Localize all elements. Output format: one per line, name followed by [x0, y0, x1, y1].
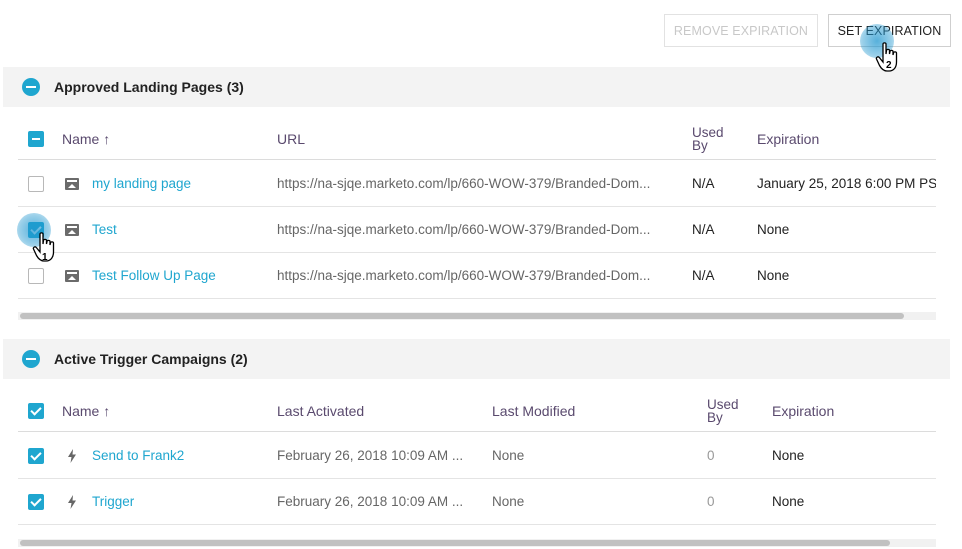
row-checkbox[interactable] [28, 175, 44, 192]
collapse-icon[interactable] [22, 78, 40, 96]
row-checkbox[interactable] [28, 267, 44, 284]
column-header-name[interactable]: Name ↑ [62, 118, 110, 159]
table-row[interactable]: Trigger February 26, 2018 10:09 AM ... N… [18, 479, 936, 525]
row-url: https://na-sjqe.marketo.com/lp/660-WOW-3… [277, 268, 651, 283]
row-name-link[interactable]: my landing page [92, 161, 191, 206]
row-expiration: None [772, 494, 805, 509]
header-line: By [707, 409, 723, 425]
section-title: Active Trigger Campaigns (2) [54, 351, 248, 367]
checkbox-partial-icon[interactable] [28, 130, 44, 147]
column-header-used-by[interactable]: Used By [692, 118, 724, 159]
landing-page-icon [65, 177, 79, 190]
row-used-by: N/A [692, 268, 715, 283]
row-name-link[interactable]: Send to Frank2 [92, 433, 184, 478]
landing-page-icon [65, 223, 79, 236]
step-number-1: 1 [42, 252, 48, 263]
row-used-by: N/A [692, 222, 715, 237]
header-line: By [692, 137, 708, 153]
lightning-bolt-icon [68, 494, 76, 509]
remove-expiration-button[interactable]: REMOVE EXPIRATION [664, 14, 818, 47]
row-expiration: January 25, 2018 6:00 PM PS [757, 176, 936, 191]
section-title: Approved Landing Pages (3) [54, 79, 244, 95]
header-line: Used [692, 124, 724, 140]
landing-page-icon [65, 269, 79, 282]
row-used-by: 0 [707, 448, 715, 463]
table-row[interactable]: Test Follow Up Page https://na-sjqe.mark… [18, 253, 936, 299]
header-line: Used [707, 396, 739, 412]
row-last-modified: None [492, 448, 525, 463]
row-used-by: 0 [707, 494, 715, 509]
row-used-by: N/A [692, 176, 715, 191]
row-name-link[interactable]: Trigger [92, 479, 134, 524]
column-header-used-by[interactable]: Used By [707, 390, 739, 431]
row-url: https://na-sjqe.marketo.com/lp/660-WOW-3… [277, 176, 651, 191]
row-name-link[interactable]: Test Follow Up Page [92, 253, 216, 298]
horizontal-scrollbar[interactable] [18, 312, 936, 320]
row-url: https://na-sjqe.marketo.com/lp/660-WOW-3… [277, 222, 651, 237]
table-row[interactable]: Send to Frank2 February 26, 2018 10:09 A… [18, 433, 936, 479]
collapse-icon[interactable] [22, 350, 40, 368]
select-all-checkbox[interactable] [28, 390, 44, 431]
grid-header-row: Name ↑ Last Activated Last Modified Used… [18, 390, 936, 432]
row-expiration: None [772, 448, 805, 463]
table-row[interactable]: my landing page https://na-sjqe.marketo.… [18, 161, 936, 207]
checkbox-checked-icon[interactable] [28, 402, 44, 419]
row-last-modified: None [492, 494, 525, 509]
row-name-link[interactable]: Test [92, 207, 117, 252]
row-checkbox[interactable] [28, 493, 44, 510]
column-header-expiration[interactable]: Expiration [772, 390, 834, 431]
column-header-last-activated[interactable]: Last Activated [277, 390, 364, 431]
row-last-activated: February 26, 2018 10:09 AM ... [277, 494, 464, 509]
row-checkbox[interactable] [28, 447, 44, 464]
column-header-expiration[interactable]: Expiration [757, 118, 819, 159]
scrollbar-thumb[interactable] [20, 313, 904, 319]
select-all-checkbox[interactable] [28, 118, 44, 159]
row-last-activated: February 26, 2018 10:09 AM ... [277, 448, 464, 463]
row-expiration: None [757, 268, 790, 283]
horizontal-scrollbar[interactable] [18, 539, 936, 547]
step-number-2: 2 [886, 60, 892, 71]
scrollbar-thumb[interactable] [20, 540, 890, 546]
table-row[interactable]: Test https://na-sjqe.marketo.com/lp/660-… [18, 207, 936, 253]
lightning-bolt-icon [68, 448, 76, 463]
column-header-url[interactable]: URL [277, 118, 305, 159]
campaigns-section-header[interactable]: Active Trigger Campaigns (2) [3, 339, 950, 379]
row-expiration: None [757, 222, 790, 237]
column-header-last-modified[interactable]: Last Modified [492, 390, 575, 431]
column-header-name[interactable]: Name ↑ [62, 390, 110, 431]
grid-header-row: Name ↑ URL Used By Expiration [18, 118, 936, 160]
landing-pages-section-header[interactable]: Approved Landing Pages (3) [3, 67, 950, 107]
